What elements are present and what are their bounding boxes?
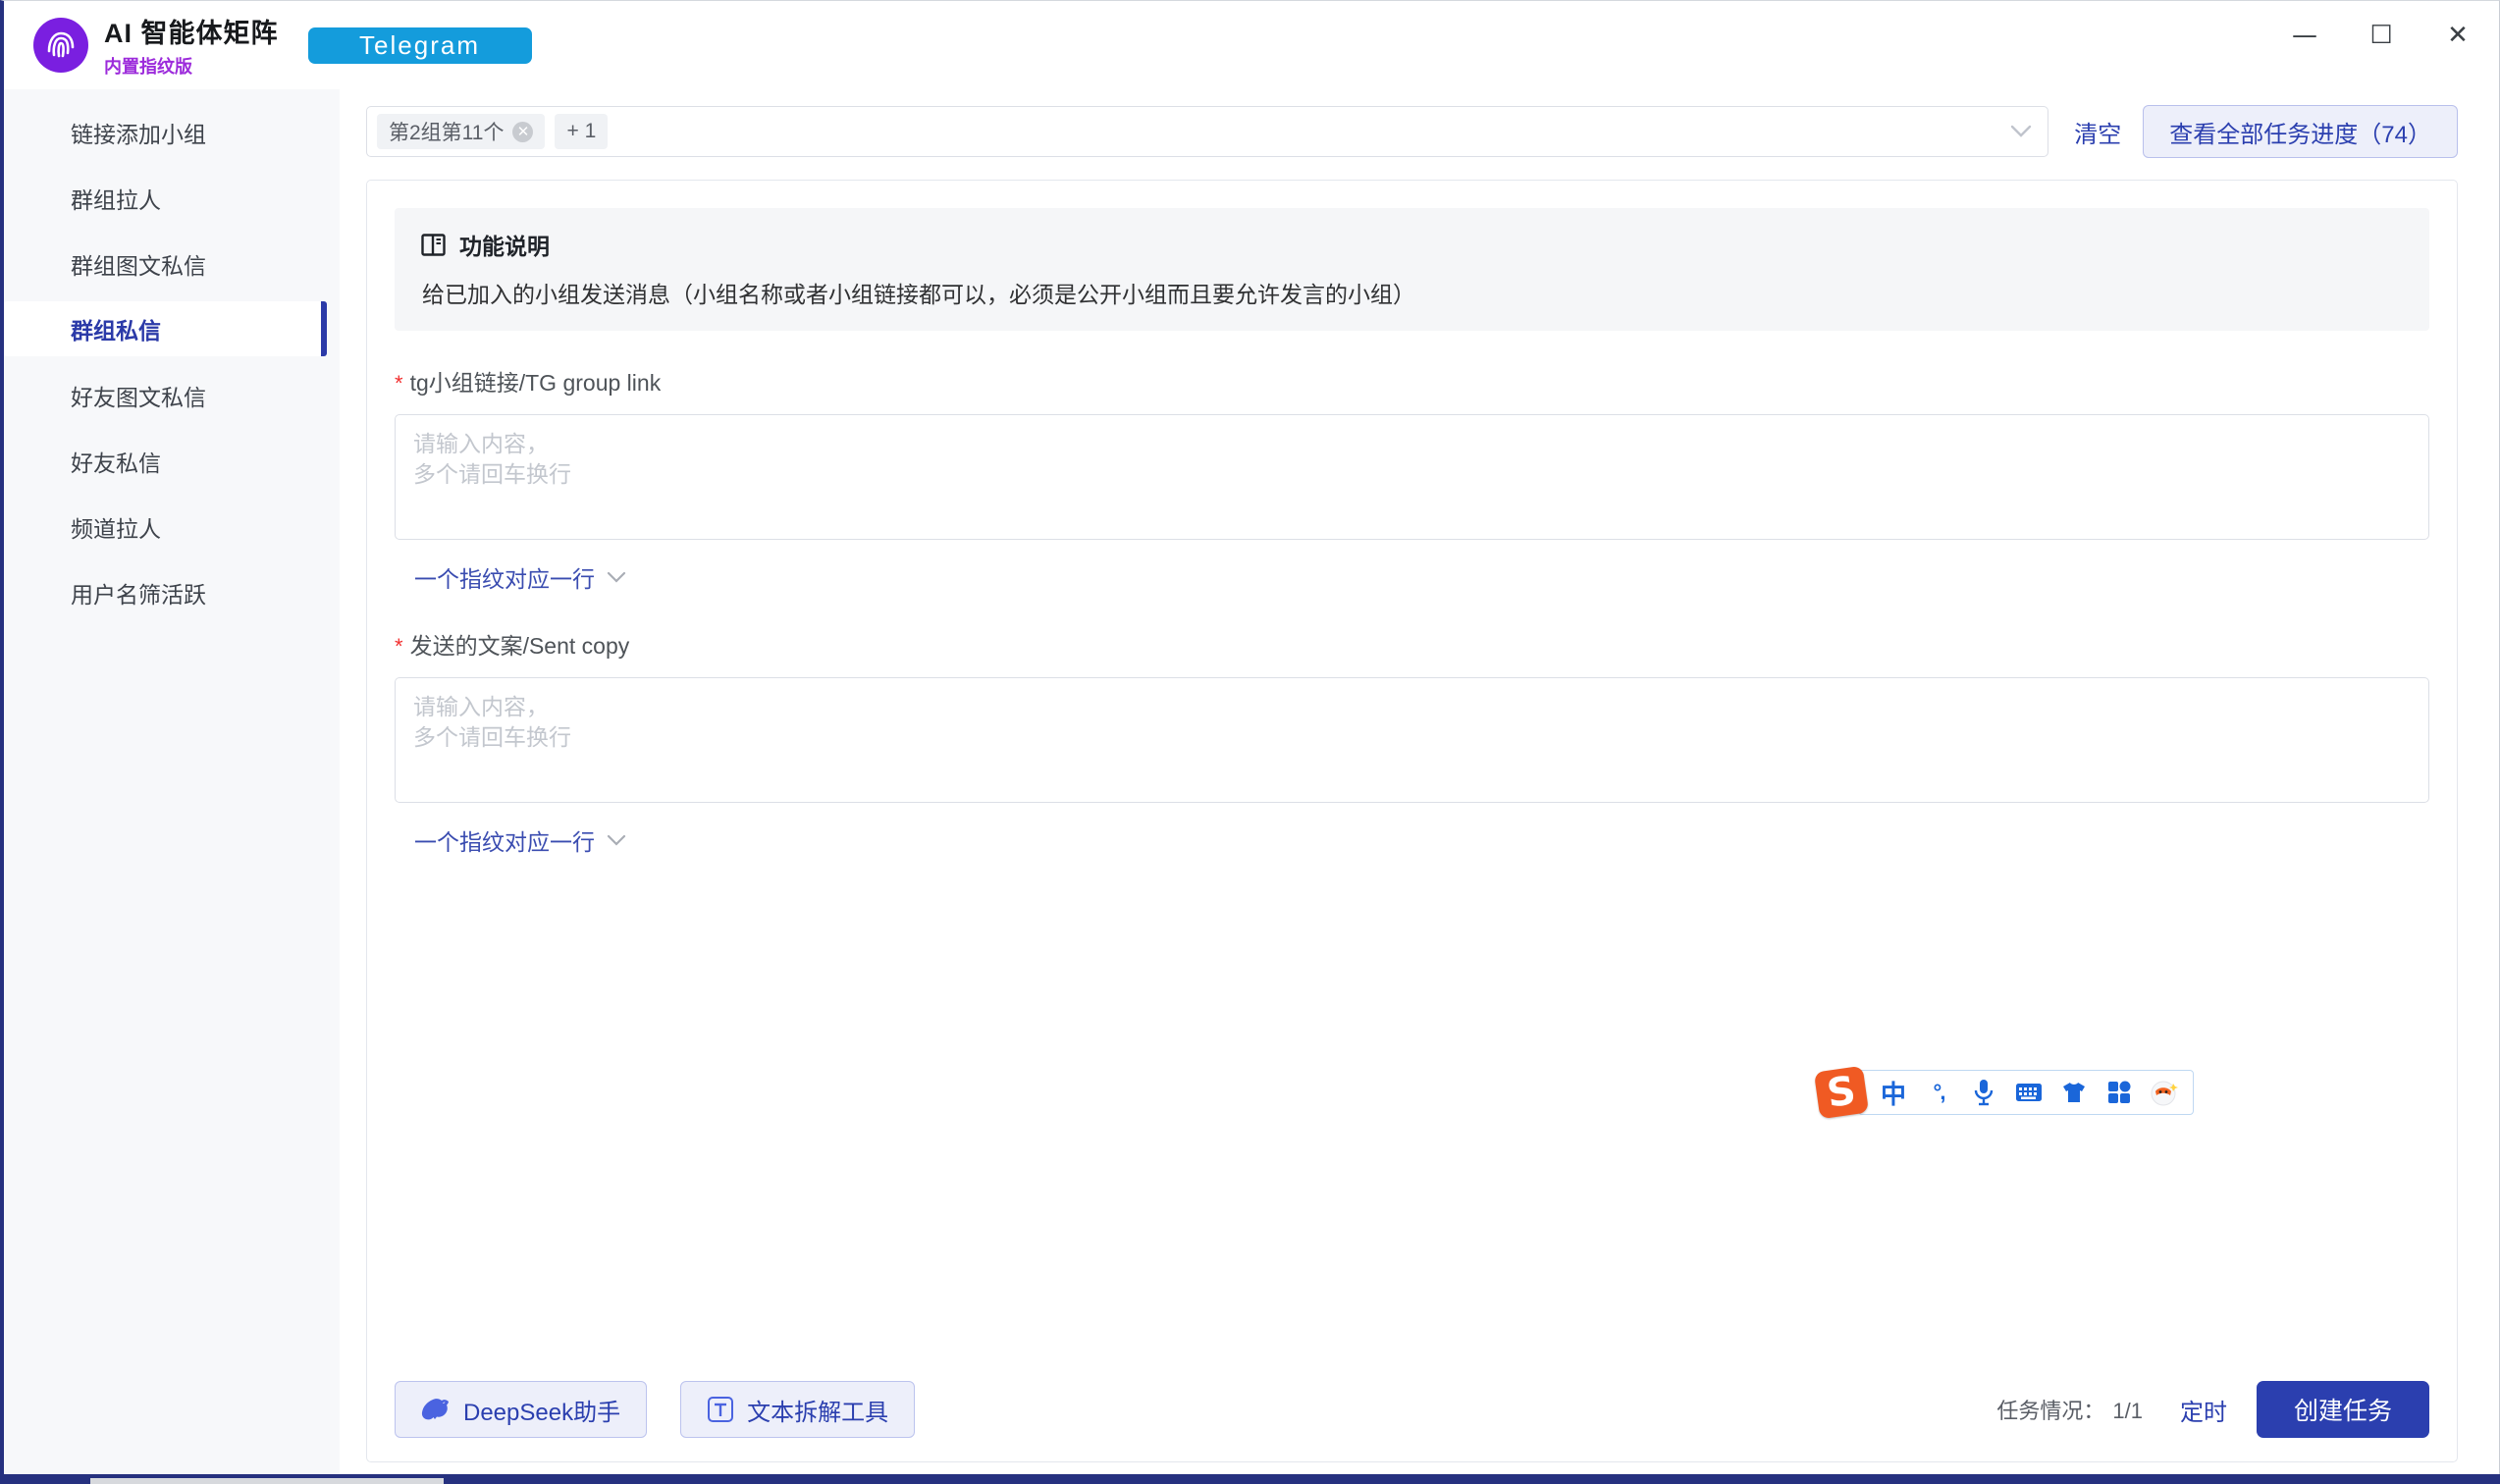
chevron-down-icon <box>2010 125 2032 143</box>
microphone-icon[interactable] <box>1969 1078 1998 1107</box>
deepseek-assistant-button[interactable]: DeepSeek助手 <box>395 1381 647 1438</box>
emoji-icon[interactable] <box>2150 1078 2179 1107</box>
app-subtitle: 内置指纹版 <box>104 53 279 79</box>
app-window: AI 智能体矩阵 内置指纹版 Telegram — ☐ ✕ 链接添加小组 群组拉… <box>0 0 2500 1484</box>
group-link-textarea[interactable] <box>395 414 2429 540</box>
view-all-tasks-button[interactable]: 查看全部任务进度（74） <box>2143 105 2458 158</box>
toolbox-icon[interactable] <box>2104 1078 2134 1107</box>
sent-copy-textarea[interactable] <box>395 677 2429 803</box>
task-status: 任务情况：1/1 <box>1996 1394 2143 1425</box>
sidebar-item-group-media-dm[interactable]: 群组图文私信 <box>4 231 340 296</box>
sogou-ime-toolbar: S 中 °, <box>1817 1069 2194 1116</box>
required-asterisk: * <box>395 634 403 660</box>
whale-icon <box>421 1398 451 1421</box>
panel-layout-icon <box>420 232 447 258</box>
task-status-value: 1/1 <box>2112 1399 2143 1423</box>
overflow-count-tag: + 1 <box>555 114 608 149</box>
field-label-sent-copy: * 发送的文案/Sent copy <box>395 627 2429 661</box>
ime-strip: 中 °, <box>1858 1070 2194 1115</box>
field-label-group-link: * tg小组链接/TG group link <box>395 364 2429 398</box>
chevron-down-icon <box>607 834 626 847</box>
fingerprint-per-line-toggle-1[interactable]: 一个指纹对应一行 <box>414 560 626 594</box>
notice-body: 给已加入的小组发送消息（小组名称或者小组链接都可以，必须是公开小组而且要允许发言… <box>420 276 2404 309</box>
footer-right: 任务情况：1/1 定时 创建任务 <box>1996 1381 2429 1438</box>
sidebar-item-group-invite[interactable]: 群组拉人 <box>4 165 340 231</box>
platform-tab-telegram[interactable]: Telegram <box>308 27 532 64</box>
chinese-mode-icon[interactable]: 中 <box>1879 1078 1908 1107</box>
main-panel: 第2组第11个 ✕ + 1 清空 查看全部任务进度（74） <box>340 89 2499 1475</box>
window-controls: — ☐ ✕ <box>2277 1 2485 70</box>
selected-group-tag-label: 第2组第11个 <box>389 117 504 146</box>
notice-title: 功能说明 <box>459 228 550 261</box>
schedule-link[interactable]: 定时 <box>2180 1393 2227 1427</box>
skin-icon[interactable] <box>2059 1078 2089 1107</box>
task-toolbar: 第2组第11个 ✕ + 1 清空 查看全部任务进度（74） <box>366 106 2458 157</box>
app-title-block: AI 智能体矩阵 内置指纹版 <box>104 12 279 79</box>
sidebar: 链接添加小组 群组拉人 群组图文私信 群组私信 好友图文私信 好友私信 频道拉人… <box>4 89 340 1475</box>
fingerprint-per-line-toggle-2[interactable]: 一个指纹对应一行 <box>414 823 626 857</box>
task-form-card: 功能说明 给已加入的小组发送消息（小组名称或者小组链接都可以，必须是公开小组而且… <box>366 180 2458 1462</box>
sidebar-item-group-dm[interactable]: 群组私信 <box>4 301 327 356</box>
sidebar-item-link-add-group[interactable]: 链接添加小组 <box>4 99 340 165</box>
titlebar: AI 智能体矩阵 内置指纹版 Telegram — ☐ ✕ <box>4 1 2499 89</box>
fingerprint-group-select[interactable]: 第2组第11个 ✕ + 1 <box>366 106 2048 157</box>
minimize-button[interactable]: — <box>2277 12 2332 59</box>
create-task-button[interactable]: 创建任务 <box>2257 1381 2429 1438</box>
form-footer: DeepSeek助手 文本拆解工具 任务情况：1/1 定时 创建任务 <box>395 1381 2429 1438</box>
keyboard-icon[interactable] <box>2014 1078 2044 1107</box>
feature-notice: 功能说明 给已加入的小组发送消息（小组名称或者小组链接都可以，必须是公开小组而且… <box>395 208 2429 331</box>
selected-group-tag: 第2组第11个 ✕ <box>377 114 545 149</box>
chevron-down-icon <box>607 571 626 584</box>
sidebar-item-username-filter[interactable]: 用户名筛活跃 <box>4 559 340 625</box>
sidebar-item-channel-invite[interactable]: 频道拉人 <box>4 494 340 559</box>
sogou-logo-icon[interactable]: S <box>1814 1066 1869 1119</box>
window-bottom-edge <box>0 1474 2500 1484</box>
text-tool-icon <box>707 1396 734 1423</box>
close-button[interactable]: ✕ <box>2430 12 2485 59</box>
punctuation-icon[interactable]: °, <box>1924 1078 1953 1107</box>
text-split-tool-button[interactable]: 文本拆解工具 <box>680 1381 915 1438</box>
sidebar-item-friend-dm[interactable]: 好友私信 <box>4 428 340 494</box>
taskbar-sliver <box>90 1478 444 1484</box>
app-title: AI 智能体矩阵 <box>104 12 279 50</box>
fingerprint-icon <box>43 27 79 63</box>
app-logo <box>33 18 88 73</box>
sidebar-item-friend-media-dm[interactable]: 好友图文私信 <box>4 362 340 428</box>
maximize-button[interactable]: ☐ <box>2354 12 2409 59</box>
required-asterisk: * <box>395 371 403 397</box>
clear-selection-link[interactable]: 清空 <box>2074 115 2121 149</box>
tag-close-icon[interactable]: ✕ <box>512 122 533 142</box>
